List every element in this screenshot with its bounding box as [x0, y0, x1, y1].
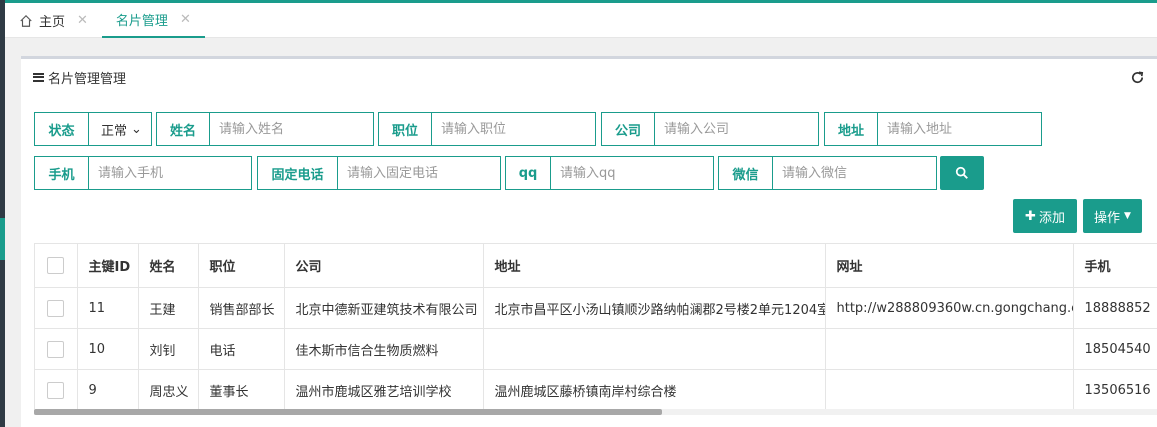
row-select-cell: [35, 287, 78, 329]
mobile-filter: 手机: [34, 156, 252, 190]
table-cell: 10: [77, 328, 139, 370]
search-button[interactable]: [940, 156, 984, 190]
table-cell: 销售部部长: [198, 287, 285, 329]
search-icon: [955, 166, 968, 179]
position-input[interactable]: [432, 113, 595, 145]
table-cell: 王建: [138, 287, 199, 329]
table-cell: 刘钊: [138, 328, 199, 370]
add-button[interactable]: ✚ 添加: [1013, 199, 1077, 233]
table-cell: 电话: [198, 328, 285, 370]
table-row[interactable]: 9 周忠义 董事长 温州市鹿城区雅艺培训学校 温州鹿城区藤桥镇南岸村综合楼 13…: [35, 369, 1157, 411]
add-button-label: 添加: [1038, 210, 1065, 226]
row-select-cell: [35, 328, 78, 370]
panel-header: 名片管理管理: [21, 59, 1157, 95]
table-cell: 9: [77, 369, 139, 411]
table-cell: 董事长: [198, 369, 285, 411]
tab-home-label: 主页: [39, 15, 66, 30]
table-cell: 18504540: [1073, 328, 1157, 370]
phone-input[interactable]: [338, 157, 500, 189]
horizontal-scrollbar[interactable]: [34, 409, 1157, 415]
tab-card-management[interactable]: 名片管理 ✕: [101, 3, 205, 38]
status-select-value: 正常: [101, 123, 128, 139]
home-icon: [20, 14, 32, 27]
table-cell: 北京中德新亚建筑技术有限公司: [284, 287, 484, 329]
sidebar-active-indicator: [0, 218, 5, 260]
select-all-cell: [35, 243, 78, 288]
row-checkbox[interactable]: [47, 299, 64, 317]
table-cell: 温州鹿城区藤桥镇南岸村综合楼: [483, 369, 826, 411]
mobile-label: 手机: [35, 157, 89, 189]
panel-title: 名片管理管理: [33, 68, 126, 87]
refresh-icon[interactable]: [1130, 70, 1145, 85]
name-filter: 姓名: [156, 112, 374, 146]
table-header-row: 主键ID 姓名 职位 公司 地址 网址 手机: [35, 243, 1157, 288]
column-header[interactable]: 地址: [483, 243, 826, 288]
address-input[interactable]: [878, 113, 1041, 145]
phone-filter: 固定电话: [257, 156, 501, 190]
table-cell: [825, 369, 1074, 411]
position-filter: 职位: [378, 112, 596, 146]
position-label: 职位: [379, 113, 432, 145]
row-checkbox[interactable]: [47, 340, 64, 358]
status-filter: 状态 正常 ⌄: [34, 112, 152, 146]
sidebar-edge: [0, 0, 5, 427]
column-header[interactable]: 公司: [284, 243, 484, 288]
card-management-panel: 名片管理管理 状态 正常 ⌄ 姓名 职位 公司 地址 手机 固定电话 qq: [21, 56, 1157, 427]
status-select[interactable]: 正常 ⌄: [89, 113, 151, 145]
wechat-input[interactable]: [773, 157, 936, 189]
close-icon[interactable]: ✕: [180, 12, 191, 27]
name-input[interactable]: [210, 113, 373, 145]
company-label: 公司: [602, 113, 655, 145]
mobile-input[interactable]: [89, 157, 251, 189]
tab-bar: 主页 ✕ 名片管理 ✕: [5, 0, 1157, 38]
chevron-down-icon: ⌄: [131, 121, 142, 137]
table-cell: 11: [77, 287, 139, 329]
table-cell: 温州市鹿城区雅艺培训学校: [284, 369, 484, 411]
column-header[interactable]: 主键ID: [77, 243, 139, 288]
column-header[interactable]: 手机: [1073, 243, 1157, 288]
column-header[interactable]: 网址: [825, 243, 1074, 288]
tab-home[interactable]: 主页 ✕: [5, 3, 102, 38]
table-row[interactable]: 11 王建 销售部部长 北京中德新亚建筑技术有限公司 北京市昌平区小汤山镇顺沙路…: [35, 287, 1157, 329]
table-cell: 13506516: [1073, 369, 1157, 411]
company-filter: 公司: [601, 112, 819, 146]
table-row[interactable]: 10 刘钊 电话 佳木斯市信合生物质燃料 18504540: [35, 328, 1157, 370]
caret-down-icon: ▼: [1124, 211, 1131, 221]
qq-label: qq: [506, 157, 551, 189]
select-all-checkbox[interactable]: [47, 257, 64, 274]
wechat-filter: 微信: [718, 156, 937, 190]
address-label: 地址: [825, 113, 878, 145]
phone-label: 固定电话: [258, 157, 338, 189]
plus-icon: ✚: [1025, 208, 1036, 224]
scrollbar-thumb[interactable]: [34, 409, 662, 415]
column-header[interactable]: 职位: [198, 243, 285, 288]
qq-filter: qq: [505, 156, 714, 190]
wechat-label: 微信: [719, 157, 773, 189]
table-cell: 18888852: [1073, 287, 1157, 329]
close-icon[interactable]: ✕: [77, 13, 88, 28]
data-table: 主键ID 姓名 职位 公司 地址 网址 手机 11 王建 销售部部长 北京中德新…: [34, 243, 1157, 411]
name-label: 姓名: [157, 113, 210, 145]
menu-icon: [33, 72, 44, 82]
table-cell: 北京市昌平区小汤山镇顺沙路纳帕澜郡2号楼2单元1204室: [483, 287, 826, 329]
operations-button[interactable]: 操作 ▼: [1083, 199, 1142, 233]
table-cell[interactable]: http://w288809360w.cn.gongchang.com/: [825, 287, 1074, 329]
table-cell: 佳木斯市信合生物质燃料: [284, 328, 484, 370]
row-checkbox[interactable]: [47, 381, 64, 399]
row-select-cell: [35, 369, 78, 411]
table-cell: [825, 328, 1074, 370]
status-label: 状态: [35, 113, 89, 145]
address-filter: 地址: [824, 112, 1042, 146]
column-header[interactable]: 姓名: [138, 243, 199, 288]
company-input[interactable]: [655, 113, 818, 145]
table-cell: [483, 328, 826, 370]
operations-button-label: 操作: [1094, 210, 1121, 226]
qq-input[interactable]: [551, 157, 713, 189]
tab-card-management-label: 名片管理: [115, 14, 168, 29]
table-cell: 周忠义: [138, 369, 199, 411]
panel-title-text: 名片管理管理: [48, 71, 127, 87]
